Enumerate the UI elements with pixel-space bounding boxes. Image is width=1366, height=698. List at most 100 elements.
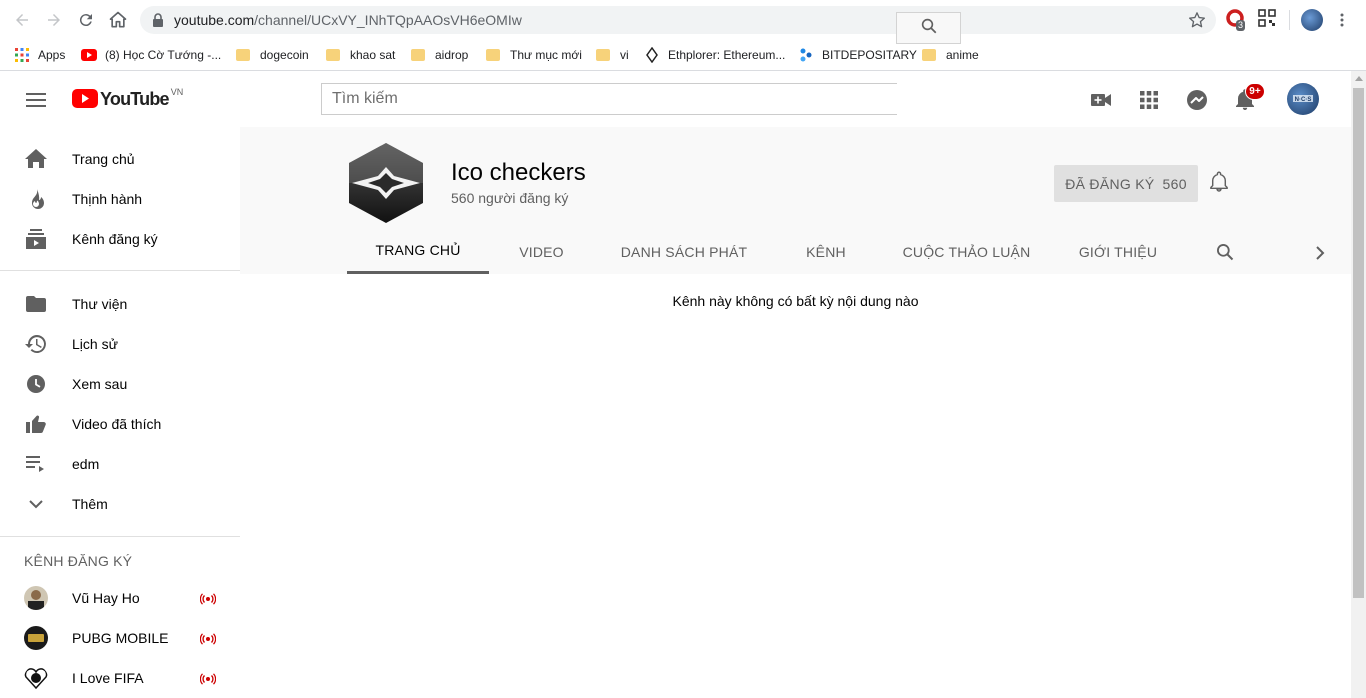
sidebar-item-show-more[interactable]: Thêm	[0, 484, 240, 524]
scroll-up-arrow[interactable]	[1355, 76, 1363, 81]
apps-icon[interactable]	[1137, 88, 1161, 112]
account-avatar[interactable]: N·C·S	[1287, 83, 1319, 115]
sidebar-item-subscriptions[interactable]: Kênh đăng ký	[0, 219, 240, 259]
page-scrollbar[interactable]	[1351, 71, 1366, 698]
subscriptions-heading: KÊNH ĐĂNG KÝ	[24, 553, 133, 569]
back-button[interactable]	[10, 8, 34, 32]
bookmark-aidrop[interactable]: aidrop	[411, 44, 468, 66]
address-bar[interactable]: youtube.com/channel/UCxVY_INhTQpAAOsVH6e…	[140, 6, 1216, 34]
url-host: youtube.com	[174, 12, 255, 28]
bookmark-label: Thư mục mới	[510, 48, 582, 62]
sidebar-item-trending[interactable]: Thịnh hành	[0, 179, 240, 219]
sidebar-item-label: Thêm	[72, 496, 108, 512]
sidebar-item-label: Thư viện	[72, 296, 128, 312]
apps-grid-icon	[14, 47, 30, 63]
bookmark-label: vi	[620, 48, 629, 62]
channel-avatar[interactable]	[346, 143, 426, 223]
profile-avatar[interactable]	[1301, 9, 1323, 31]
home-icon	[24, 147, 48, 171]
folder-icon	[486, 49, 500, 61]
sidebar-divider	[0, 536, 240, 537]
menu-dots-icon[interactable]	[1334, 12, 1350, 34]
scrollbar-thumb[interactable]	[1353, 88, 1364, 598]
bookmark-dogecoin[interactable]: dogecoin	[236, 44, 309, 66]
bookmark-star-icon[interactable]	[1188, 11, 1206, 34]
sidebar-item-library[interactable]: Thư viện	[0, 284, 240, 324]
chevron-down-icon	[24, 492, 48, 516]
tab-channels[interactable]: KÊNH	[774, 229, 878, 274]
bookmark-label: (8) Học Cờ Tướng -...	[105, 48, 222, 62]
bookmark-label: Ethplorer: Ethereum...	[668, 48, 786, 62]
subscribed-count: 560	[1162, 175, 1187, 192]
search-box	[321, 83, 897, 115]
channel-title: Ico checkers	[451, 159, 586, 186]
youtube-logo[interactable]: YouTube VN	[72, 87, 183, 113]
notification-bell-icon[interactable]	[1210, 171, 1228, 198]
create-video-icon[interactable]	[1089, 88, 1113, 112]
sidebar-item-label: Kênh đăng ký	[72, 231, 158, 247]
sidebar-item-label: Thịnh hành	[72, 191, 143, 207]
channel-avatar	[24, 586, 48, 610]
sidebar: Trang chủ Thịnh hành Kênh đăng ký Thư vi…	[0, 127, 240, 698]
home-button[interactable]	[106, 8, 130, 32]
bookmark-ethplorer[interactable]: Ethplorer: Ethereum...	[644, 44, 785, 66]
bitdepositary-icon	[798, 47, 814, 63]
reload-button[interactable]	[74, 8, 98, 32]
bookmark-thu-muc-moi[interactable]: Thư mục mới	[486, 44, 582, 66]
bookmark-vi[interactable]: vi	[596, 44, 629, 66]
sidebar-item-playlist-edm[interactable]: edm	[0, 444, 240, 484]
bookmark-khao-sat[interactable]: khao sat	[326, 44, 395, 66]
url-path: /channel/UCxVY_INhTQpAAOsVH6eOMIw	[254, 12, 522, 28]
hamburger-menu-icon[interactable]	[24, 88, 48, 112]
bookmark-label: anime	[946, 48, 979, 62]
folder-icon	[922, 49, 936, 61]
sidebar-divider	[0, 270, 240, 271]
bookmark-apps[interactable]: Apps	[14, 44, 65, 66]
url-text: youtube.com/channel/UCxVY_INhTQpAAOsVH6e…	[174, 12, 522, 28]
sidebar-item-label: edm	[72, 456, 100, 472]
bookmark-label: khao sat	[350, 48, 396, 62]
bookmarks-bar: Apps (8) Học Cờ Tướng -... dogecoin khao…	[0, 40, 1366, 71]
opera-extension-icon[interactable]: 3	[1226, 9, 1248, 31]
sidebar-item-watch-later[interactable]: Xem sau	[0, 364, 240, 404]
bookmark-label: dogecoin	[260, 48, 309, 62]
tab-home[interactable]: TRANG CHỦ	[347, 229, 489, 274]
tab-discussion[interactable]: CUỘC THẢO LUẬN	[878, 229, 1055, 274]
sidebar-item-home[interactable]: Trang chủ	[0, 139, 240, 179]
folder-icon	[24, 292, 48, 316]
folder-icon	[411, 49, 425, 61]
forward-button[interactable]	[42, 8, 66, 32]
tab-videos[interactable]: VIDEO	[489, 229, 594, 274]
main-content: Ico checkers 560 người đăng ký ĐÃ ĐĂNG K…	[240, 127, 1351, 698]
sidebar-channel-pubg-mobile[interactable]: PUBG MOBILE	[0, 618, 240, 658]
sidebar-item-liked-videos[interactable]: Video đã thích	[0, 404, 240, 444]
folder-icon	[236, 49, 250, 61]
notification-badge: 9+	[1245, 83, 1265, 100]
qr-code-icon[interactable]	[1258, 9, 1280, 31]
bookmark-anime[interactable]: anime	[922, 44, 979, 66]
channel-search-icon[interactable]	[1195, 229, 1255, 274]
tab-playlists[interactable]: DANH SÁCH PHÁT	[594, 229, 774, 274]
folder-icon	[596, 49, 610, 61]
tab-about[interactable]: GIỚI THIỆU	[1055, 229, 1181, 274]
sidebar-item-label: Lịch sử	[72, 336, 118, 352]
messages-icon[interactable]	[1185, 88, 1209, 112]
channel-header: Ico checkers 560 người đăng ký ĐÃ ĐĂNG K…	[240, 127, 1351, 274]
subscribed-button[interactable]: ĐÃ ĐĂNG KÝ 560	[1054, 165, 1198, 202]
search-input[interactable]	[322, 84, 897, 114]
bookmark-bitdepositary[interactable]: BITDEPOSITARY	[798, 44, 917, 66]
sidebar-item-label: Vũ Hay Ho	[72, 590, 140, 606]
sidebar-channel-i-love-fifa[interactable]: I Love FIFA	[0, 658, 240, 698]
browser-toolbar: youtube.com/channel/UCxVY_INhTQpAAOsVH6e…	[0, 0, 1366, 40]
sidebar-item-label: Xem sau	[72, 376, 128, 392]
lock-icon	[152, 13, 164, 32]
sidebar-item-history[interactable]: Lịch sử	[0, 324, 240, 364]
bookmark-hoc-co-tuong[interactable]: (8) Học Cờ Tướng -...	[81, 44, 221, 66]
sidebar-channel-vu-hay-ho[interactable]: Vũ Hay Ho	[0, 578, 240, 618]
chevron-right-icon[interactable]	[1308, 241, 1332, 265]
ethereum-icon	[644, 46, 660, 64]
svg-text:N·C·S: N·C·S	[1295, 97, 1312, 103]
search-icon	[920, 17, 938, 40]
clock-icon	[24, 372, 48, 396]
search-button[interactable]	[896, 12, 961, 44]
